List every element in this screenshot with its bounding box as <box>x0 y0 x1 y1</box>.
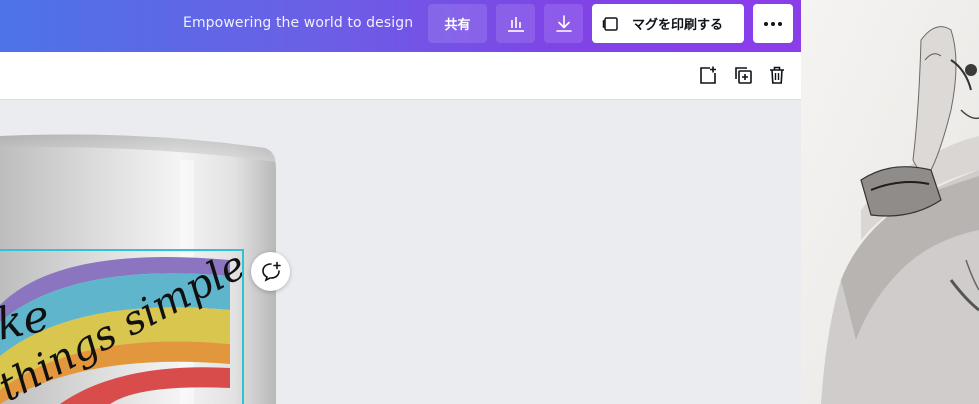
mug-icon <box>602 16 618 31</box>
add-comment-icon <box>261 261 281 282</box>
duplicate-icon <box>735 67 752 84</box>
print-mug-button[interactable]: マグを印刷する <box>592 4 744 43</box>
background-photo <box>801 0 979 404</box>
more-button[interactable] <box>753 4 793 43</box>
design-canvas[interactable]: ke things simple <box>0 100 801 404</box>
download-button[interactable] <box>544 4 583 43</box>
tagline: Empowering the world to design <box>183 15 414 31</box>
delete-page-button[interactable] <box>766 64 788 86</box>
page-toolbar <box>0 52 801 100</box>
add-page-icon <box>700 66 716 84</box>
print-mug-label: マグを印刷する <box>632 18 724 33</box>
mug-design[interactable]: ke things simple <box>0 100 300 404</box>
add-comment-button[interactable] <box>251 252 290 291</box>
share-button[interactable]: 共有 <box>428 4 487 43</box>
top-bar: Empowering the world to design 共有 マグを印刷す… <box>0 0 801 52</box>
trash-icon <box>770 66 784 84</box>
duplicate-page-button[interactable] <box>732 64 754 86</box>
pencil-drawing-image <box>801 0 979 404</box>
bar-chart-icon <box>507 16 524 32</box>
insights-button[interactable] <box>496 4 535 43</box>
download-icon <box>555 14 572 32</box>
share-button-label: 共有 <box>444 18 471 33</box>
add-page-button[interactable] <box>697 64 719 86</box>
more-dots-icon <box>764 21 782 26</box>
